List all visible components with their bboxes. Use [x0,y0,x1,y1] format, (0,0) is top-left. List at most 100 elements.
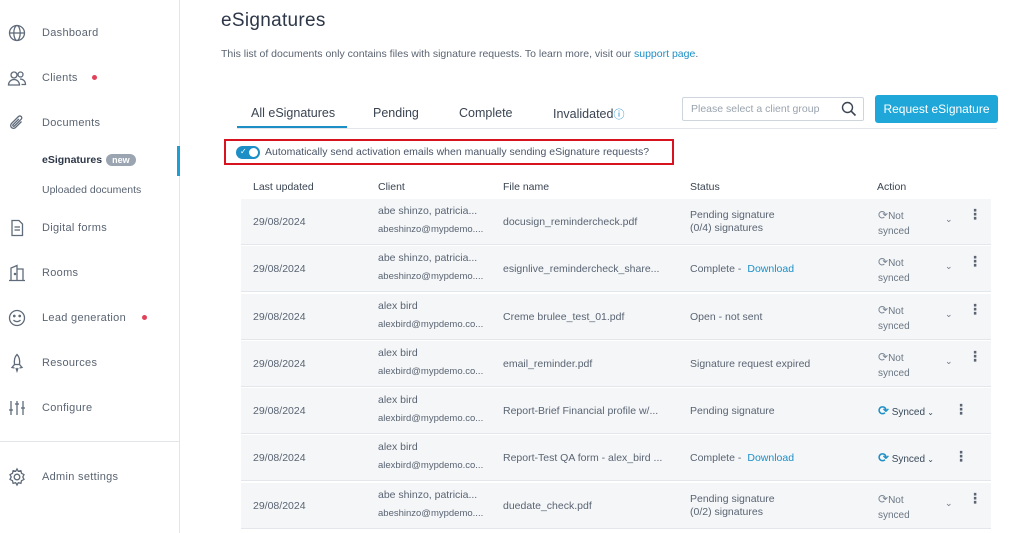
cell-client-email: abeshinzo@mypdemo.... [378,508,484,519]
download-link[interactable]: Download [747,452,794,464]
more-options-icon[interactable]: ⋮ [968,207,982,221]
cell-status: Complete - Download [690,263,794,276]
sidebar-subitem-esignatures[interactable]: eSignatures new [42,154,136,166]
status-text: Pending signature [690,405,775,417]
sync-status[interactable]: ⟳Not synced [878,303,910,334]
more-options-icon[interactable]: ⋮ [968,254,982,268]
sidebar-item-admin-settings[interactable]: Admin settings [0,462,180,492]
client-group-input[interactable] [683,98,833,120]
sidebar-item-label: Configure [42,402,93,414]
chevron-down-icon[interactable]: ⌄ [945,498,953,509]
chevron-down-icon[interactable]: ⌄ [945,309,953,320]
table-row[interactable]: 29/08/2024 abe shinzo, patricia... abeshin… [241,199,991,245]
table-row[interactable]: 29/08/2024 alex bird alexbird@mypdemo.co..… [241,388,991,434]
sidebar-subitem-uploaded-documents[interactable]: Uploaded documents [42,184,141,196]
sidebar-item-rooms[interactable]: Rooms [0,258,180,288]
sidebar-item-lead-generation[interactable]: Lead generation [0,303,180,333]
cell-file-name[interactable]: duedate_check.pdf [503,500,592,512]
new-badge: new [106,154,136,166]
tab-all-esignatures[interactable]: All eSignatures [251,106,335,120]
sidebar-item-label: Admin settings [42,471,119,483]
not-synced-label-2: synced [878,273,910,284]
header-status[interactable]: Status [690,181,720,193]
cell-file-name[interactable]: email_reminder.pdf [503,358,592,370]
header-action: Action [877,181,907,193]
sidebar-item-digital-forms[interactable]: Digital forms [0,213,180,243]
cell-client-name[interactable]: alex bird [378,347,418,359]
more-options-icon[interactable]: ⋮ [954,402,968,416]
header-file-name[interactable]: File name [503,181,549,193]
more-options-icon[interactable]: ⋮ [954,449,968,463]
sync-icon: ⟳ [878,403,889,418]
cell-status: Signature request expired [690,358,810,371]
notification-dot [92,75,97,80]
sidebar-item-configure[interactable]: Configure [0,393,180,423]
cell-client-name[interactable]: abe shinzo, patricia... [378,489,477,501]
not-synced-label-1: Not [888,306,904,317]
form-icon [7,218,27,238]
table-row[interactable]: 29/08/2024 alex bird alexbird@mypdemo.co..… [241,294,991,340]
search-icon[interactable] [841,101,857,117]
sync-status[interactable]: ⟳Not synced [878,350,910,381]
cell-file-name[interactable]: Creme brulee_test_01.pdf [503,311,624,323]
subtitle-text: This list of documents only contains fil… [221,48,632,60]
table-row[interactable]: 29/08/2024 abe shinzo, patricia... abeshin… [241,246,991,292]
cell-client-email: abeshinzo@mypdemo.... [378,271,484,282]
sync-icon: ⟳ [878,303,889,317]
cell-file-name[interactable]: esignlive_remindercheck_share... [503,263,659,275]
cell-file-name[interactable]: docusign_remindercheck.pdf [503,216,637,228]
table-row[interactable]: 29/08/2024 alex bird alexbird@mypdemo.co..… [241,435,991,481]
sidebar-item-clients[interactable]: Clients [0,63,180,93]
cell-client-name[interactable]: abe shinzo, patricia... [378,205,477,217]
cell-client-name[interactable]: abe shinzo, patricia... [378,252,477,264]
cell-client-name[interactable]: alex bird [378,394,418,406]
support-page-link[interactable]: support page [634,48,695,60]
chevron-down-icon[interactable]: ⌄ [945,261,953,272]
sidebar-item-label: Clients [42,72,78,84]
sync-status[interactable]: ⟳ Synced ⌄ [878,450,934,466]
not-synced-label-2: synced [878,368,910,379]
more-options-icon[interactable]: ⋮ [968,491,982,505]
sync-status[interactable]: ⟳ Synced ⌄ [878,403,934,419]
chevron-down-icon[interactable]: ⌄ [925,455,934,464]
auto-send-toggle[interactable]: ✓ [236,146,260,159]
chevron-down-icon[interactable]: ⌄ [925,408,934,417]
sidebar-item-resources[interactable]: Resources [0,348,180,378]
sidebar-item-label: Digital forms [42,222,108,234]
cell-file-name[interactable]: Report-Test QA form - alex_bird ... [503,452,662,464]
cell-date: 29/08/2024 [253,263,306,275]
header-last-updated[interactable]: Last updated [253,181,314,193]
table-row[interactable]: 29/08/2024 alex bird alexbird@mypdemo.co..… [241,341,991,387]
not-synced-label-1: Not [888,353,904,364]
download-link[interactable]: Download [747,263,794,275]
sidebar-subitem-label: Uploaded documents [42,184,142,196]
sync-status[interactable]: ⟳Not synced [878,492,910,523]
tab-invalidated[interactable]: Invalidatedⓘ [553,106,624,122]
cell-client-name[interactable]: alex bird [378,441,418,453]
info-icon[interactable]: ⓘ [613,109,624,121]
not-synced-label-1: Not [888,258,904,269]
tab-pending[interactable]: Pending [373,106,419,120]
sync-status[interactable]: ⟳Not synced [878,208,910,239]
tab-complete[interactable]: Complete [459,106,513,120]
sync-icon: ⟳ [878,492,889,506]
not-synced-label-2: synced [878,226,910,237]
cell-client-name[interactable]: alex bird [378,300,418,312]
client-group-search[interactable] [682,97,864,121]
check-icon: ✓ [240,147,247,156]
more-options-icon[interactable]: ⋮ [968,302,982,316]
paperclip-icon [7,113,27,133]
chevron-down-icon[interactable]: ⌄ [945,356,953,367]
more-options-icon[interactable]: ⋮ [968,349,982,363]
header-client[interactable]: Client [378,181,405,193]
table-row[interactable]: 29/08/2024 abe shinzo, patricia... abeshin… [241,483,991,529]
globe-icon [7,23,27,43]
request-esignature-button[interactable]: Request eSignature [875,95,998,123]
cell-file-name[interactable]: Report-Brief Financial profile w/... [503,405,658,417]
sidebar-item-documents[interactable]: Documents [0,108,180,138]
status-text: Pending signature [690,209,775,221]
chevron-down-icon[interactable]: ⌄ [945,214,953,225]
sidebar-item-dashboard[interactable]: Dashboard [0,18,180,48]
sync-status[interactable]: ⟳Not synced [878,255,910,286]
not-synced-label-1: Not [888,495,904,506]
